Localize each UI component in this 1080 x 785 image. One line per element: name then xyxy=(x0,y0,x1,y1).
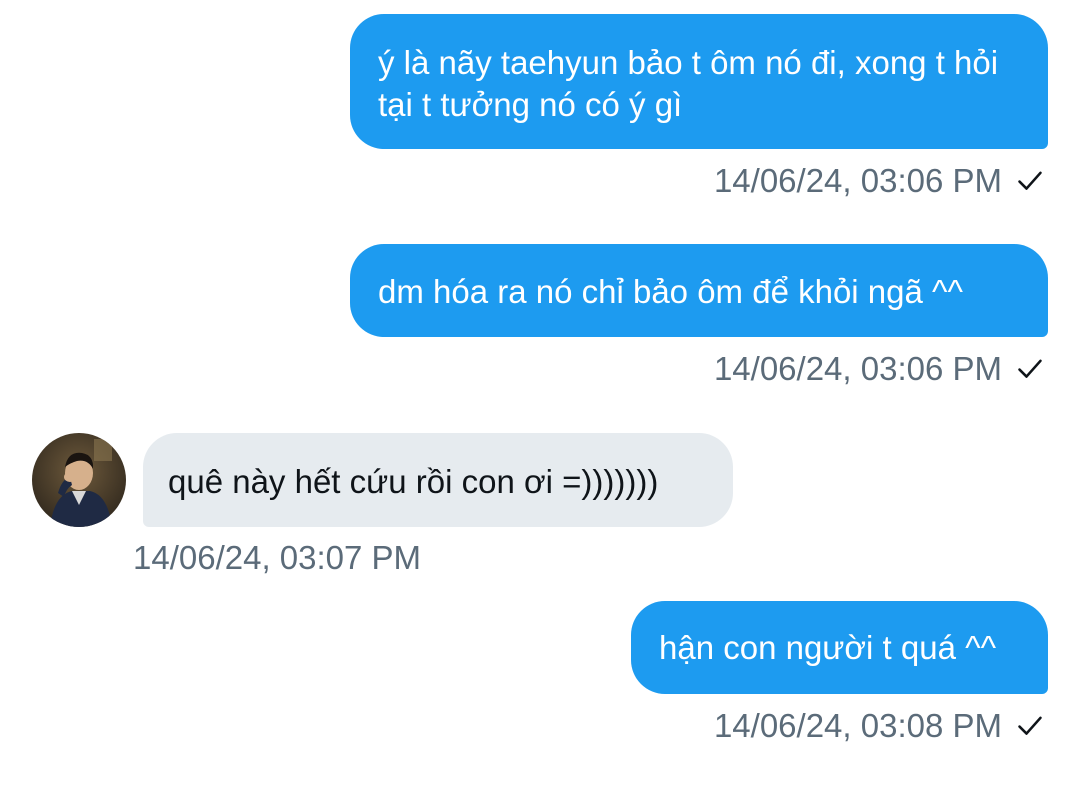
received-message-bubble[interactable]: quê này hết cứu rồi con ơi =))))))) xyxy=(143,433,733,527)
message-timestamp: 14/06/24, 03:06 PM xyxy=(714,349,1044,389)
checkmark-icon xyxy=(1018,716,1042,735)
message-text: hận con người t quá ^^ xyxy=(659,629,997,666)
sent-message-bubble[interactable]: ý là nãy taehyun bảo t ôm nó đi, xong t … xyxy=(350,14,1048,149)
checkmark-icon xyxy=(1018,359,1042,378)
sent-message-bubble[interactable]: hận con người t quá ^^ xyxy=(631,601,1048,694)
message-timestamp: 14/06/24, 03:07 PM xyxy=(133,539,422,576)
checkmark-icon xyxy=(1018,171,1042,190)
message-timestamp: 14/06/24, 03:08 PM xyxy=(714,706,1044,746)
message-text: quê này hết cứu rồi con ơi =))))))) xyxy=(168,463,659,500)
message-text: ý là nãy taehyun bảo t ôm nó đi, xong t … xyxy=(378,44,999,123)
message-timestamp: 14/06/24, 03:06 PM xyxy=(714,161,1044,201)
sent-message-bubble[interactable]: dm hóa ra nó chỉ bảo ôm để khỏi ngã ^^ xyxy=(350,244,1048,337)
avatar-icon[interactable] xyxy=(32,433,126,527)
message-text: dm hóa ra nó chỉ bảo ôm để khỏi ngã ^^ xyxy=(378,273,963,310)
